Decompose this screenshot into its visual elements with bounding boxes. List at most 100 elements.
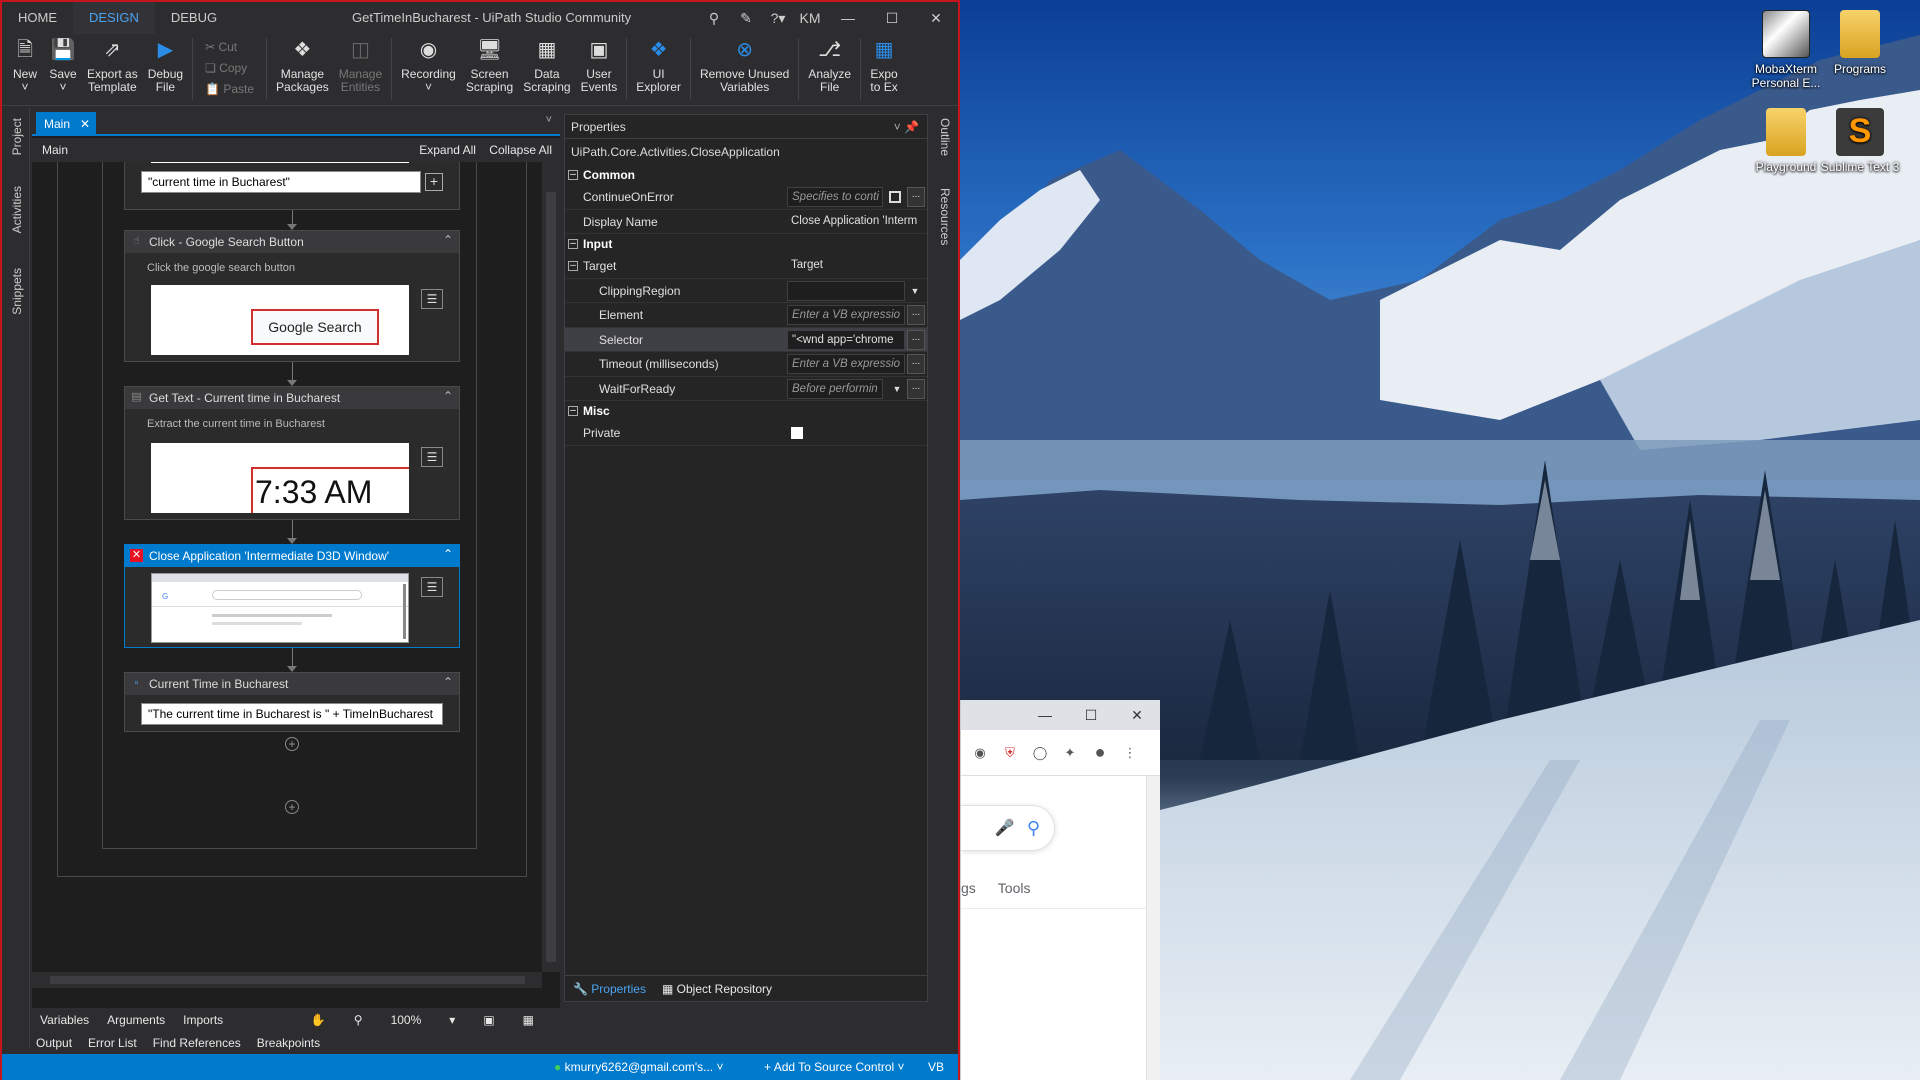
results-tab-partial[interactable]: gs bbox=[961, 880, 976, 896]
maximize-icon[interactable]: ☐ bbox=[1068, 707, 1114, 724]
search-icon[interactable]: ⚲ bbox=[698, 10, 730, 27]
imports-tab[interactable]: Imports bbox=[183, 1008, 223, 1032]
browser-scrollbar[interactable] bbox=[1146, 776, 1160, 1080]
zoom-level[interactable]: 100% bbox=[391, 1008, 422, 1032]
code-extension-icon[interactable]: ◯ bbox=[1029, 742, 1051, 764]
save-button[interactable]: 💾 Save ˅ bbox=[44, 34, 82, 104]
output-tab[interactable]: Output bbox=[36, 1032, 72, 1054]
private-checkbox[interactable] bbox=[791, 427, 803, 439]
find-references-tab[interactable]: Find References bbox=[153, 1032, 241, 1054]
pin-icon[interactable]: ˅ 📌 bbox=[894, 115, 919, 139]
activities-panel-tab[interactable]: Activities bbox=[10, 186, 24, 233]
group-input[interactable]: – Input bbox=[565, 234, 927, 254]
resources-panel-tab[interactable]: Resources bbox=[938, 188, 952, 245]
minimize-icon[interactable]: — bbox=[1022, 707, 1068, 723]
breadcrumb[interactable]: Main bbox=[42, 143, 68, 157]
collapse-icon[interactable]: ⌃ bbox=[443, 389, 453, 403]
data-scraping-button[interactable]: ▦ Data Scraping bbox=[518, 34, 575, 104]
activity-header[interactable]: ✕ Close Application 'Intermediate D3D Wi… bbox=[125, 545, 459, 567]
add-activity-icon[interactable]: + bbox=[285, 800, 299, 814]
cut-button[interactable]: ✂ Cut bbox=[205, 40, 254, 56]
tab-debug[interactable]: DEBUG bbox=[155, 2, 233, 34]
minimize-icon[interactable]: — bbox=[826, 10, 870, 26]
ellipsis-button[interactable]: ... bbox=[907, 329, 925, 350]
extension-icon[interactable]: ◉ bbox=[969, 742, 991, 764]
group-misc[interactable]: – Misc bbox=[565, 401, 927, 421]
new-button[interactable]: 🗎 New ˅ bbox=[6, 34, 44, 104]
collapse-icon[interactable]: ⌃ bbox=[443, 233, 453, 247]
tab-home[interactable]: HOME bbox=[2, 2, 73, 34]
variables-tab[interactable]: Variables bbox=[40, 1008, 89, 1032]
export-excel-button[interactable]: ▦ Expo to Ex bbox=[865, 34, 903, 104]
account-indicator[interactable]: ● kmurry6262@gmail.com's... ˅ bbox=[554, 1054, 723, 1080]
chevron-down-icon[interactable]: ˅ bbox=[546, 114, 552, 126]
collapse-group-icon[interactable]: – bbox=[568, 406, 578, 416]
desktop-icon-mobaxterm[interactable]: MobaXterm Personal E... bbox=[1746, 10, 1826, 90]
language-indicator[interactable]: VB bbox=[928, 1054, 944, 1080]
activity-click[interactable]: ☝ Click - Google Search Button ⌃ Click t… bbox=[124, 230, 460, 362]
continue-on-error-checkbox[interactable] bbox=[889, 191, 901, 203]
activity-menu-icon[interactable]: ☰ bbox=[421, 447, 443, 467]
tab-main[interactable]: Main ✕ bbox=[36, 112, 97, 136]
search-icon[interactable]: ⚲ bbox=[1027, 818, 1040, 839]
collapse-group-icon[interactable]: – bbox=[568, 170, 578, 180]
help-icon[interactable]: ?▾ bbox=[762, 10, 794, 27]
element-field[interactable]: Enter a VB expressio bbox=[787, 305, 905, 325]
recording-button[interactable]: ◉ Recording ˅ bbox=[396, 34, 461, 104]
more-menu-icon[interactable]: ⋮ bbox=[1119, 742, 1141, 764]
activity-type-into[interactable]: "current time in Bucharest" + bbox=[124, 162, 460, 210]
activity-message-box[interactable]: ▫ Current Time in Bucharest ⌃ "The curre… bbox=[124, 672, 460, 732]
puzzle-icon[interactable]: ✦ bbox=[1059, 742, 1081, 764]
arguments-tab[interactable]: Arguments bbox=[107, 1008, 165, 1032]
collapse-group-icon[interactable]: – bbox=[568, 261, 578, 271]
debug-file-button[interactable]: ▶ Debug File bbox=[143, 34, 188, 104]
activity-get-text[interactable]: ▤ Get Text - Current time in Bucharest ⌃… bbox=[124, 386, 460, 520]
type-into-text-field[interactable]: "current time in Bucharest" bbox=[141, 171, 421, 193]
close-icon[interactable]: ✕ bbox=[1114, 707, 1160, 724]
designer-vertical-scrollbar[interactable] bbox=[542, 162, 560, 972]
wait-for-ready-field[interactable]: Before performin bbox=[787, 378, 883, 399]
hand-pan-icon[interactable]: ✋ bbox=[311, 1008, 326, 1032]
browser-window[interactable]: — ☐ ✕ ◉ ⛨ ◯ ✦ ● ⋮ 🎤 ⚲ gs Tools bbox=[960, 700, 1160, 1080]
tools-link[interactable]: Tools bbox=[998, 880, 1031, 896]
selector-field[interactable]: "<wnd app='chrome bbox=[787, 329, 905, 350]
export-template-button[interactable]: ⇗ Export as Template bbox=[82, 34, 143, 104]
workflow-canvas[interactable]: "current time in Bucharest" + ☝ Click - … bbox=[32, 162, 542, 972]
desktop-icon-playground[interactable]: Playground bbox=[1746, 108, 1826, 174]
chevron-down-icon[interactable]: ▼ bbox=[889, 379, 905, 399]
expand-all-button[interactable]: Expand All bbox=[419, 143, 476, 157]
activity-header[interactable]: ▫ Current Time in Bucharest ⌃ bbox=[125, 673, 459, 695]
ui-explorer-button[interactable]: ❖ UI Explorer bbox=[631, 34, 686, 104]
copy-button[interactable]: ❏ Copy bbox=[205, 61, 254, 77]
close-icon[interactable]: ✕ bbox=[914, 10, 958, 27]
display-name-field[interactable]: Close Application 'Interm bbox=[787, 212, 927, 232]
add-to-source-control-button[interactable]: + Add To Source Control ˅ bbox=[764, 1054, 905, 1080]
profile-icon[interactable]: ● bbox=[1089, 742, 1111, 764]
collapse-icon[interactable]: ⌃ bbox=[443, 547, 453, 561]
collapse-group-icon[interactable]: – bbox=[568, 239, 578, 249]
close-tab-icon[interactable]: ✕ bbox=[80, 112, 90, 136]
project-panel-tab[interactable]: Project bbox=[10, 118, 24, 155]
activity-close-application[interactable]: ✕ Close Application 'Intermediate D3D Wi… bbox=[124, 544, 460, 648]
breakpoints-tab[interactable]: Breakpoints bbox=[257, 1032, 320, 1054]
shield-extension-icon[interactable]: ⛨ bbox=[999, 742, 1021, 764]
error-list-tab[interactable]: Error List bbox=[88, 1032, 137, 1054]
maximize-icon[interactable]: ☐ bbox=[870, 10, 914, 27]
ellipsis-button[interactable]: ... bbox=[907, 187, 925, 207]
paste-button[interactable]: 📋 Paste bbox=[205, 82, 254, 98]
ellipsis-button[interactable]: ... bbox=[907, 378, 925, 399]
property-row-target[interactable]: – Target Target bbox=[565, 254, 927, 279]
add-text-button[interactable]: + bbox=[425, 173, 443, 191]
manage-packages-button[interactable]: ❖ Manage Packages bbox=[271, 34, 334, 104]
activity-header[interactable]: ☝ Click - Google Search Button ⌃ bbox=[125, 231, 459, 253]
feedback-icon[interactable]: ✎ bbox=[730, 10, 762, 27]
desktop-icon-sublime[interactable]: S Sublime Text 3 bbox=[1820, 108, 1900, 174]
continue-on-error-field[interactable]: Specifies to conti bbox=[787, 187, 883, 207]
collapse-all-button[interactable]: Collapse All bbox=[489, 143, 552, 157]
overview-icon[interactable]: ▦ bbox=[523, 1008, 534, 1032]
user-initials[interactable]: KM bbox=[794, 10, 826, 26]
microphone-icon[interactable]: 🎤 bbox=[995, 818, 1015, 838]
clipping-region-field[interactable] bbox=[787, 280, 905, 301]
group-common[interactable]: – Common bbox=[565, 165, 927, 185]
chevron-down-icon[interactable]: ▾ bbox=[449, 1008, 455, 1032]
